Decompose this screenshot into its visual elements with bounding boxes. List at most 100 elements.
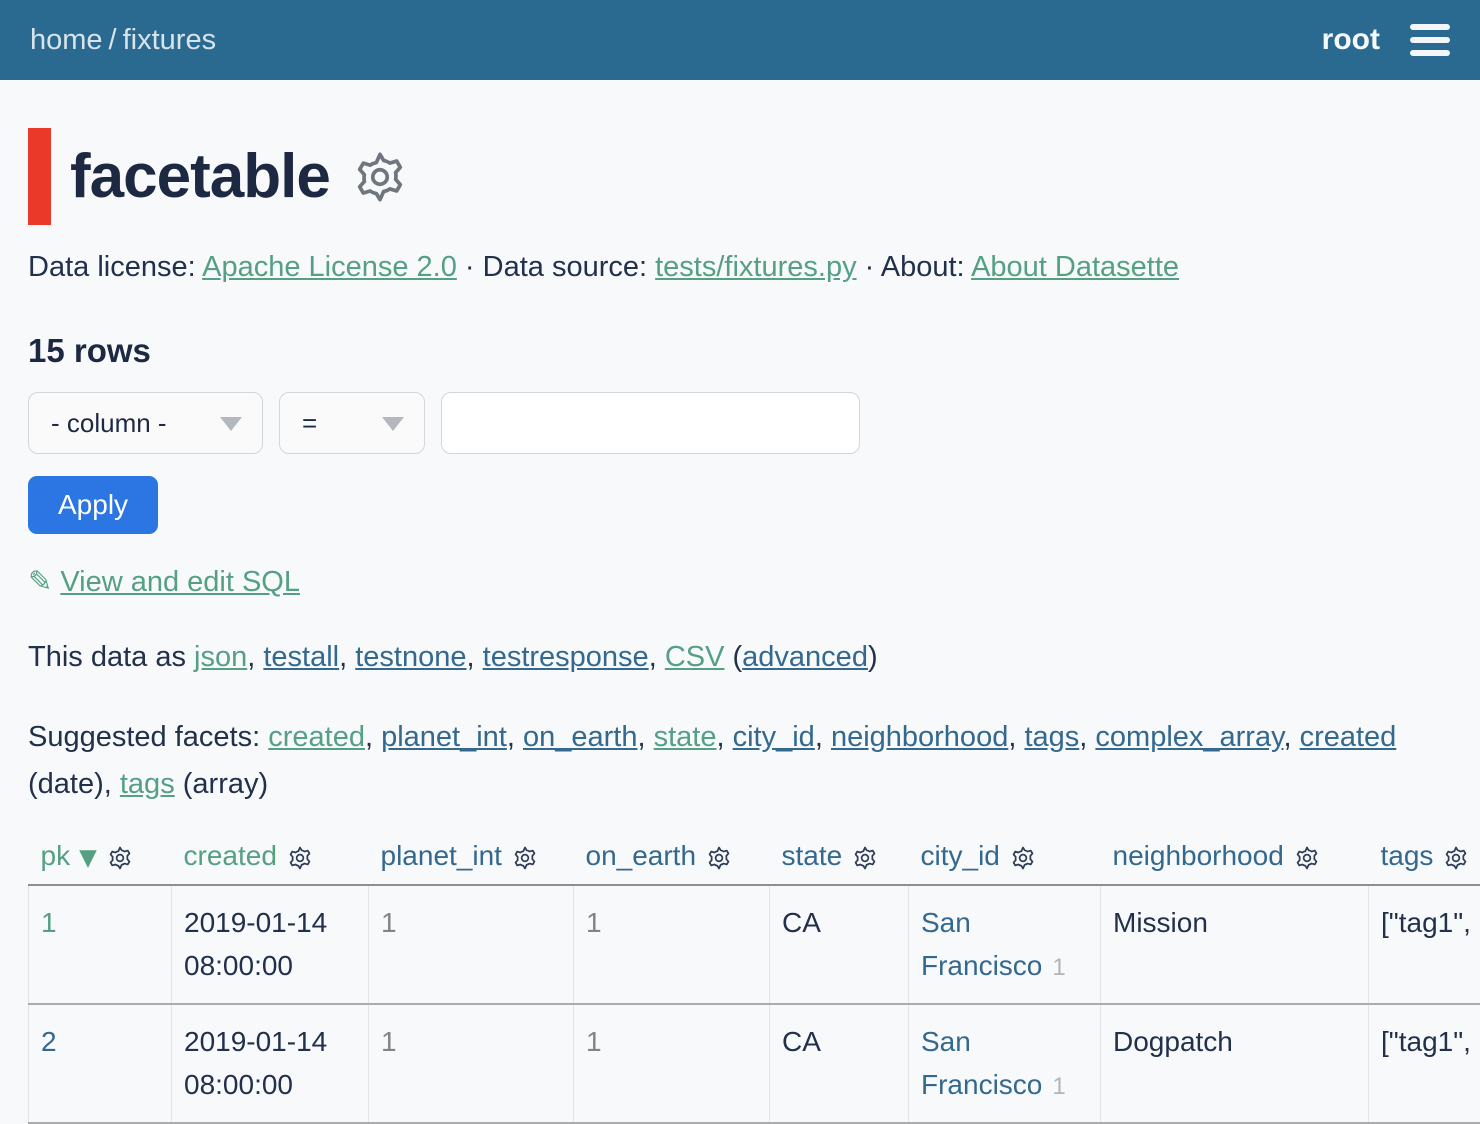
column-header-city-id: city_id (909, 836, 1101, 885)
static-text: ( (724, 641, 742, 673)
facet-gear-icon[interactable] (1010, 845, 1036, 871)
column-header-planet-int: planet_int (369, 836, 574, 885)
testresponse-link[interactable]: testresponse (483, 641, 649, 673)
apache-license-2-0-link[interactable]: Apache License 2.0 (202, 251, 457, 283)
filter-operator-select[interactable]: = (279, 392, 425, 454)
csv-link[interactable]: CSV (665, 641, 725, 673)
on-earth-link[interactable]: on_earth (523, 721, 638, 753)
static-text: , (649, 641, 665, 673)
cell-created: 2019-01-14 08:00:00 (172, 1004, 369, 1123)
column-link-pk[interactable]: pk (41, 840, 71, 871)
column-link-created[interactable]: created (184, 840, 277, 871)
cell-value: 1 (381, 1026, 397, 1057)
tests-fixtures-py-link[interactable]: tests/fixtures.py (655, 251, 856, 283)
facet-gear-icon[interactable] (107, 845, 133, 871)
chevron-down-icon (220, 417, 242, 431)
city-id-link[interactable]: city_id (733, 721, 815, 753)
tags-link[interactable]: tags (1024, 721, 1079, 753)
suggested-facets-line: Suggested facets: created, planet_int, o… (28, 714, 1452, 808)
created-link[interactable]: created (1300, 721, 1397, 753)
testnone-link[interactable]: testnone (355, 641, 466, 673)
static-text: Data license: (28, 251, 202, 283)
column-link-city-id[interactable]: city_id (921, 840, 1000, 871)
cell-link[interactable]: 1 (41, 907, 57, 938)
about-datasette-link[interactable]: About Datasette (971, 251, 1179, 283)
static-text: · About: (857, 251, 971, 283)
cell-pk: 2 (29, 1004, 172, 1123)
column-header-pk: pk▼ (29, 836, 172, 885)
static-text: Suggested facets: (28, 721, 268, 753)
title-row: facetable (28, 128, 1452, 225)
facet-gear-icon[interactable] (1294, 845, 1320, 871)
facet-gear-icon[interactable] (1443, 845, 1469, 871)
table-row: 12019-01-14 08:00:0011CASan Francisco1Mi… (29, 885, 1480, 1004)
cell-tags: ["tag1", "tag3"] (1369, 1004, 1480, 1123)
menu-icon[interactable] (1410, 20, 1450, 60)
column-link-state[interactable]: state (782, 840, 843, 871)
column-link-tags[interactable]: tags (1381, 840, 1434, 871)
tags-link[interactable]: tags (120, 768, 175, 800)
pencil-icon: ✎ (28, 564, 52, 598)
cell-tags: ["tag1", "tag2"] (1369, 885, 1480, 1004)
row-count: 15 rows (28, 332, 1452, 370)
static-text: ) (868, 641, 878, 673)
breadcrumb-fixtures[interactable]: fixtures (123, 24, 216, 56)
complex-array-link[interactable]: complex_array (1095, 721, 1283, 753)
cell-on-earth: 1 (574, 1004, 770, 1123)
filter-controls: - column - = (28, 392, 1452, 454)
neighborhood-link[interactable]: neighborhood (831, 721, 1008, 753)
json-link[interactable]: json (194, 641, 247, 673)
table-row: 22019-01-14 08:00:0011CASan Francisco1Do… (29, 1004, 1480, 1123)
filter-operator-value: = (302, 408, 317, 439)
column-link-on-earth[interactable]: on_earth (586, 840, 697, 871)
static-text: , (1283, 721, 1299, 753)
facet-gear-icon[interactable] (706, 845, 732, 871)
export-links-line: This data as json, testall, testnone, te… (28, 641, 1452, 674)
logged-in-user[interactable]: root (1322, 23, 1380, 57)
created-link[interactable]: created (268, 721, 365, 753)
cell-link[interactable]: 2 (41, 1026, 57, 1057)
cell-value: 2019-01-14 08:00:00 (184, 1026, 327, 1100)
cell-created: 2019-01-14 08:00:00 (172, 885, 369, 1004)
view-edit-sql-link[interactable]: View and edit SQL (60, 566, 300, 598)
apply-button[interactable]: Apply (28, 476, 158, 534)
cell-link[interactable]: San Francisco (921, 907, 1042, 981)
top-navigation-bar: home/fixtures root (0, 0, 1480, 80)
filter-value-input[interactable] (441, 392, 860, 454)
cell-link[interactable]: San Francisco (921, 1026, 1042, 1100)
static-text: , (815, 721, 831, 753)
table-settings-gear-icon[interactable] (352, 149, 408, 205)
column-header-on-earth: on_earth (574, 836, 770, 885)
static-text: , (1008, 721, 1024, 753)
breadcrumb-separator: / (109, 24, 117, 56)
cell-value: ["tag1", "tag3"] (1381, 1026, 1480, 1057)
static-text: This data as (28, 641, 194, 673)
testall-link[interactable]: testall (263, 641, 339, 673)
static-text: , (339, 641, 355, 673)
main-content: facetable Data license: Apache License 2… (0, 80, 1480, 1124)
column-header-neighborhood: neighborhood (1101, 836, 1369, 885)
cell-on-earth: 1 (574, 885, 770, 1004)
cell-value: Dogpatch (1113, 1026, 1233, 1057)
facet-gear-icon[interactable] (852, 845, 878, 871)
column-link-planet-int[interactable]: planet_int (381, 840, 502, 871)
cell-value: 2019-01-14 08:00:00 (184, 907, 327, 981)
static-text: , (1079, 721, 1095, 753)
title-accent-bar (28, 128, 51, 225)
cell-city-id: San Francisco1 (909, 1004, 1101, 1123)
static-text: , (507, 721, 523, 753)
filter-column-select[interactable]: - column - (28, 392, 263, 454)
column-link-neighborhood[interactable]: neighborhood (1113, 840, 1284, 871)
cell-value: CA (782, 907, 821, 938)
planet-int-link[interactable]: planet_int (381, 721, 507, 753)
cell-state: CA (770, 1004, 909, 1123)
cell-city-id: San Francisco1 (909, 885, 1101, 1004)
facet-gear-icon[interactable] (287, 845, 313, 871)
topbar-right: root (1322, 20, 1450, 60)
state-link[interactable]: state (654, 721, 717, 753)
breadcrumb-home[interactable]: home (30, 24, 103, 56)
advanced-link[interactable]: advanced (742, 641, 868, 673)
cell-planet-int: 1 (369, 885, 574, 1004)
facet-gear-icon[interactable] (512, 845, 538, 871)
breadcrumb: home/fixtures (30, 24, 216, 57)
